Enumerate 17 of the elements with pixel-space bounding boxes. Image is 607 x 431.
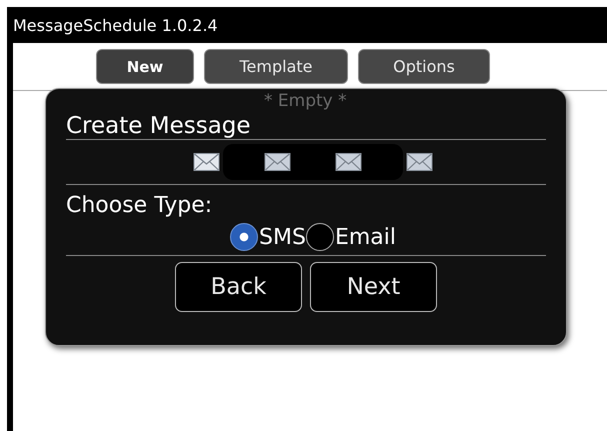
dialog-button[interactable]: Next xyxy=(310,262,437,312)
envelope-icon xyxy=(193,153,220,171)
envelope-icon xyxy=(335,153,362,171)
radio-icon[interactable] xyxy=(306,223,334,251)
envelope-icon xyxy=(406,153,433,171)
toolbar-button[interactable]: New xyxy=(96,49,194,84)
toolbar-button[interactable]: Options xyxy=(358,49,490,84)
dialog-title: Create Message xyxy=(66,113,252,139)
envelope-icon xyxy=(264,153,291,171)
radio-option[interactable]: Email xyxy=(306,223,396,251)
toolbar-button[interactable]: Template xyxy=(204,49,348,84)
radio-option[interactable]: SMS xyxy=(230,223,306,251)
window-title: MessageSchedule 1.0.2.4 xyxy=(13,16,218,34)
radio-icon[interactable] xyxy=(230,223,258,251)
dialog-button[interactable]: Back xyxy=(175,262,302,312)
type-label: Choose Type: xyxy=(66,193,214,219)
empty-text: * Empty * xyxy=(264,91,347,111)
